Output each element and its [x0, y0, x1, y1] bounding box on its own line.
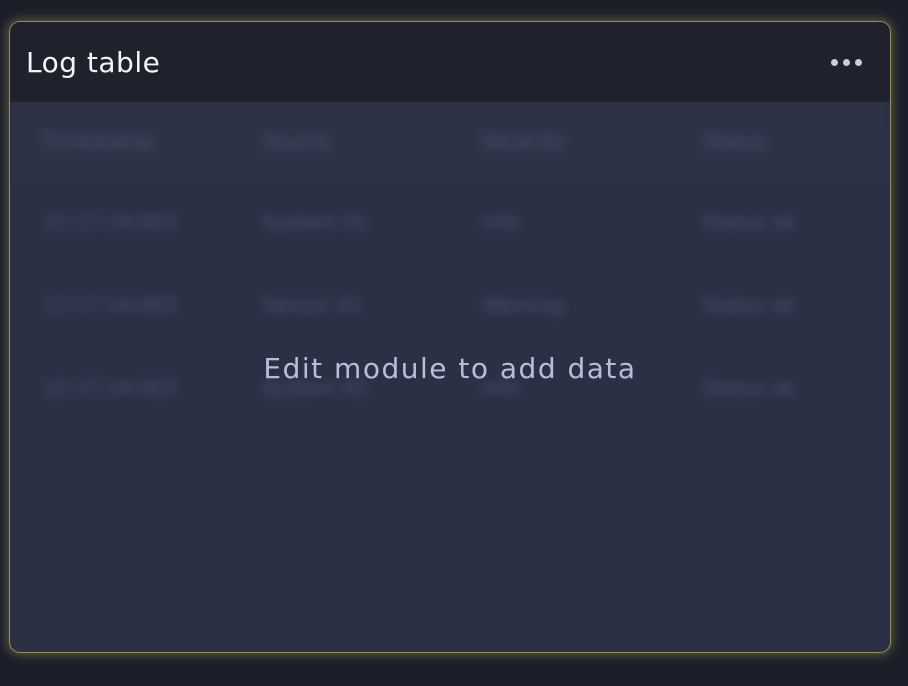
log-table-module[interactable]: Log table Timestamp Source Severity Stat…: [10, 22, 890, 652]
more-horizontal-icon: [855, 58, 862, 66]
module-header: Log table: [10, 22, 890, 102]
more-options-button[interactable]: [819, 51, 874, 74]
table-cell: Info: [482, 210, 520, 234]
column-header: Source: [262, 129, 331, 153]
module-title: Log table: [26, 45, 161, 79]
table-row: 12:17:14:003 System 01 Info Status ok: [10, 181, 890, 264]
more-horizontal-icon: [843, 58, 850, 66]
table-cell: Status ok: [702, 293, 796, 317]
table-cell: 12:17:14:003: [42, 210, 177, 234]
table-cell: Warning: [482, 293, 565, 317]
table-cell: 12:17:14:003: [42, 293, 177, 317]
table-cell: Sensor 01: [262, 293, 363, 317]
table-row: 12:17:14:003 Sensor 01 Warning Status ok: [10, 264, 890, 347]
empty-state-message: Edit module to add data: [263, 352, 637, 385]
column-header: Timestamp: [42, 129, 154, 153]
table-header-row: Timestamp Source Severity Status: [10, 102, 890, 181]
table-cell: Status ok: [702, 210, 796, 234]
column-header: Severity: [482, 129, 565, 153]
column-header: Status: [702, 129, 766, 153]
table-cell: System 01: [262, 210, 369, 234]
more-horizontal-icon: [831, 58, 838, 66]
